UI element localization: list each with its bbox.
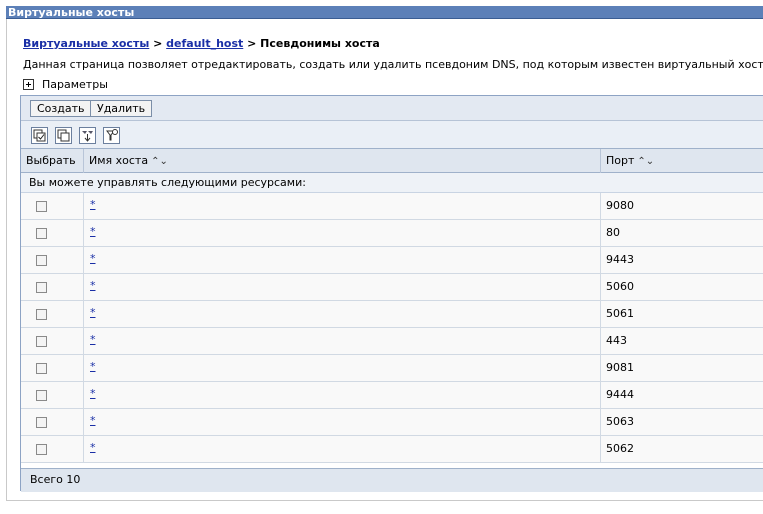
host-name-link[interactable]: * bbox=[90, 414, 96, 427]
table-row: * 5061 bbox=[21, 301, 763, 328]
table-row: * 9080 bbox=[21, 193, 763, 220]
port-cell: 5060 bbox=[600, 274, 763, 300]
table-row: * 80 bbox=[21, 220, 763, 247]
table-row: * 5060 bbox=[21, 274, 763, 301]
host-name-link[interactable]: * bbox=[90, 225, 96, 238]
port-cell: 80 bbox=[600, 220, 763, 246]
column-header-port[interactable]: Порт ⌃⌄ bbox=[600, 149, 763, 173]
port-cell: 9444 bbox=[600, 382, 763, 408]
table-footer-total: Всего 10 bbox=[21, 468, 763, 492]
table-header: Выбрать Имя хоста ⌃⌄ Порт ⌃⌄ bbox=[21, 149, 763, 173]
column-header-host[interactable]: Имя хоста ⌃⌄ bbox=[83, 149, 600, 173]
table-row: * 5062 bbox=[21, 436, 763, 463]
row-checkbox[interactable] bbox=[36, 228, 47, 239]
frame-border-left bbox=[6, 19, 7, 501]
show-filter-icon[interactable] bbox=[79, 127, 96, 144]
port-cell: 9081 bbox=[600, 355, 763, 381]
port-cell: 5061 bbox=[600, 301, 763, 327]
column-header-select: Выбрать bbox=[21, 149, 83, 173]
button-bar: Создать Удалить bbox=[21, 96, 763, 121]
window-title: Виртуальные хосты bbox=[6, 6, 763, 19]
deselect-all-icon[interactable] bbox=[55, 127, 72, 144]
table-row: * 9443 bbox=[21, 247, 763, 274]
port-cell: 9443 bbox=[600, 247, 763, 273]
breadcrumb-virtual-hosts-link[interactable]: Виртуальные хосты bbox=[23, 37, 149, 50]
table-row: * 9444 bbox=[21, 382, 763, 409]
select-all-icon[interactable] bbox=[31, 127, 48, 144]
breadcrumb: Виртуальные хосты > default_host > Псевд… bbox=[23, 37, 380, 50]
port-cell: 443 bbox=[600, 328, 763, 354]
table-row: * 5063 bbox=[21, 409, 763, 436]
host-name-link[interactable]: * bbox=[90, 279, 96, 292]
host-name-link[interactable]: * bbox=[90, 252, 96, 265]
collection-panel: Создать Удалить Выбрать Имя хоста ⌃⌄ Порт… bbox=[20, 95, 763, 492]
frame-border-bottom bbox=[6, 500, 763, 501]
row-checkbox[interactable] bbox=[36, 363, 47, 374]
icon-toolbar bbox=[21, 121, 763, 149]
table-row: * 443 bbox=[21, 328, 763, 355]
host-name-link[interactable]: * bbox=[90, 360, 96, 373]
create-button[interactable]: Создать bbox=[30, 100, 92, 117]
breadcrumb-separator: > bbox=[149, 37, 167, 50]
row-checkbox[interactable] bbox=[36, 417, 47, 428]
sort-icon[interactable]: ⌃⌄ bbox=[637, 156, 654, 167]
row-checkbox[interactable] bbox=[36, 255, 47, 266]
sort-icon[interactable]: ⌃⌄ bbox=[151, 156, 168, 167]
host-name-link[interactable]: * bbox=[90, 306, 96, 319]
page-description: Данная страница позволяет отредактироват… bbox=[23, 58, 763, 71]
expand-plus-icon[interactable] bbox=[23, 79, 34, 90]
delete-button[interactable]: Удалить bbox=[90, 100, 153, 117]
breadcrumb-default-host-link[interactable]: default_host bbox=[166, 37, 243, 50]
resources-message: Вы можете управлять следующими ресурсами… bbox=[21, 173, 763, 193]
port-cell: 5063 bbox=[600, 409, 763, 435]
column-host-label: Имя хоста bbox=[89, 154, 149, 167]
column-port-label: Порт bbox=[606, 154, 635, 167]
row-checkbox[interactable] bbox=[36, 309, 47, 320]
row-checkbox[interactable] bbox=[36, 201, 47, 212]
row-checkbox[interactable] bbox=[36, 336, 47, 347]
breadcrumb-current: Псевдонимы хоста bbox=[260, 37, 380, 50]
row-checkbox[interactable] bbox=[36, 444, 47, 455]
port-cell: 5062 bbox=[600, 436, 763, 462]
row-checkbox[interactable] bbox=[36, 282, 47, 293]
breadcrumb-separator: > bbox=[243, 37, 261, 50]
column-select-label: Выбрать bbox=[26, 154, 76, 167]
host-name-link[interactable]: * bbox=[90, 441, 96, 454]
parameters-label: Параметры bbox=[42, 78, 108, 91]
port-cell: 9080 bbox=[600, 193, 763, 219]
parameters-toggle[interactable]: Параметры bbox=[23, 78, 108, 91]
clear-filter-icon[interactable] bbox=[103, 127, 120, 144]
row-checkbox[interactable] bbox=[36, 390, 47, 401]
table-row: * 9081 bbox=[21, 355, 763, 382]
host-name-link[interactable]: * bbox=[90, 387, 96, 400]
host-name-link[interactable]: * bbox=[90, 198, 96, 211]
host-name-link[interactable]: * bbox=[90, 333, 96, 346]
